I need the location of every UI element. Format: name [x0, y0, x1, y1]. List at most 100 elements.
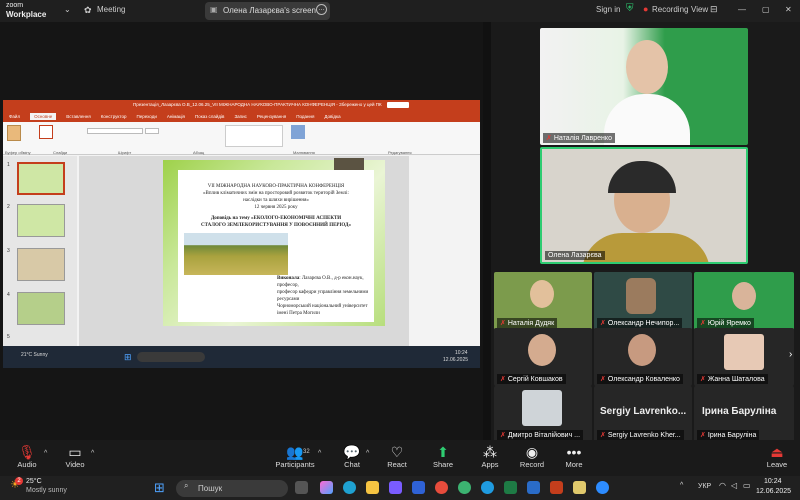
- record-label: Record: [519, 460, 545, 469]
- video-tile[interactable]: Sergiy Lavrenko... ✗ Sergiy Lavrenko Kher…: [594, 386, 692, 442]
- ppt-tab-home[interactable]: Основне: [30, 112, 57, 120]
- shared-time: 10:24: [455, 350, 468, 356]
- participant-head: [528, 334, 556, 366]
- volume-icon[interactable]: ◁: [731, 481, 737, 490]
- new-slide-icon[interactable]: [39, 125, 53, 139]
- participants-options-chevron-icon[interactable]: ^: [318, 450, 321, 457]
- screen-share-pill[interactable]: ▣ Олена Лазарєва's screen …: [205, 2, 330, 20]
- video-tile[interactable]: ✗ Дмитро Віталійович ...: [494, 386, 592, 442]
- minimize-icon[interactable]: —: [738, 5, 746, 14]
- more-options-icon[interactable]: …: [316, 4, 327, 15]
- ppt-tab[interactable]: Довідка: [324, 114, 340, 119]
- video-tile[interactable]: ✗ Олександр Нечипор...: [594, 272, 692, 330]
- file-explorer-icon[interactable]: [366, 481, 379, 494]
- ppt-tab[interactable]: Запис: [234, 114, 246, 119]
- participant-hair: [608, 161, 676, 193]
- arrange-icon[interactable]: [291, 125, 305, 139]
- tray-chevron-icon[interactable]: ^: [680, 482, 683, 489]
- slide-thumbnail[interactable]: [17, 248, 65, 281]
- app-icon[interactable]: [389, 481, 402, 494]
- sign-in-link[interactable]: Sign in: [596, 5, 620, 14]
- font-box[interactable]: [87, 128, 143, 134]
- slide-author-line: професор кафедри управління земельними: [277, 290, 369, 295]
- ppt-tab[interactable]: Вставлення: [66, 114, 91, 119]
- ppt-tab[interactable]: Переходи: [136, 114, 156, 119]
- leave-label: Leave: [766, 460, 788, 469]
- video-tile[interactable]: ✗ Наталія Дудяк: [494, 272, 592, 330]
- font-size-box[interactable]: [145, 128, 159, 134]
- taskbar-search-box[interactable]: Пошук: [176, 480, 288, 497]
- participants-button[interactable]: 👥 Participants: [270, 444, 320, 469]
- wifi-icon[interactable]: ◠: [719, 481, 726, 490]
- chevron-down-icon[interactable]: ⌄: [64, 5, 71, 14]
- battery-icon[interactable]: ▭: [743, 481, 751, 490]
- video-tile-natalia-lavrenko[interactable]: ✗ Наталія Лавренко: [540, 28, 748, 145]
- ppt-tab[interactable]: Показ слайдів: [195, 114, 224, 119]
- recording-label[interactable]: Recording: [652, 5, 688, 14]
- participant-name-text: Юрій Яремко: [707, 320, 751, 327]
- chat-button[interactable]: 💬 Chat: [327, 444, 377, 469]
- share-screen-icon: ⬆: [437, 444, 449, 460]
- participants-icon: 👥: [286, 444, 304, 460]
- video-tile[interactable]: ✗ Юрій Яремко: [694, 272, 794, 330]
- slide-author-line: Чорноморський національний університет: [277, 304, 368, 309]
- leave-button[interactable]: ⏏ Leave: [752, 444, 800, 469]
- edge-icon[interactable]: [343, 481, 356, 494]
- language-indicator[interactable]: УКР: [698, 483, 711, 490]
- slide-thumbnail[interactable]: [17, 162, 65, 195]
- ppt-tab[interactable]: Подання: [296, 114, 314, 119]
- shared-date: 12.06.2025: [443, 357, 469, 363]
- paste-icon[interactable]: [7, 125, 21, 141]
- app-icon[interactable]: [527, 481, 540, 494]
- panel-divider[interactable]: [483, 22, 491, 440]
- app-icon[interactable]: [573, 481, 586, 494]
- video-tile[interactable]: Ірина Баруліна ✗ Ірина Баруліна: [694, 386, 794, 442]
- video-tile[interactable]: ✗ Олександр Коваленко: [594, 328, 692, 386]
- ppt-tab[interactable]: Анімація: [167, 114, 185, 119]
- ribbon-group-label: Буфер обміну: [5, 150, 31, 155]
- react-button[interactable]: ♡ React: [372, 444, 422, 469]
- close-icon[interactable]: ✕: [785, 5, 792, 14]
- participant-big-name: Sergiy Lavrenko...: [600, 406, 687, 417]
- zoom-icon[interactable]: [596, 481, 609, 494]
- participant-name: ✗ Sergiy Lavrenko Kher...: [597, 430, 684, 440]
- copilot-icon[interactable]: [320, 481, 333, 494]
- video-options-chevron-icon[interactable]: ^: [91, 450, 94, 457]
- excel-icon[interactable]: [504, 481, 517, 494]
- chrome-icon[interactable]: [458, 481, 471, 494]
- ppt-tab[interactable]: Рецензування: [257, 114, 286, 119]
- shared-search-box[interactable]: [137, 352, 205, 362]
- video-tile[interactable]: ✗ Сергій Ковшаков: [494, 328, 592, 386]
- muted-mic-icon: ✗: [600, 432, 606, 439]
- task-view-icon[interactable]: [295, 481, 308, 494]
- ppt-tab[interactable]: Конструктор: [101, 114, 127, 119]
- view-button[interactable]: View: [691, 5, 708, 14]
- audio-options-chevron-icon[interactable]: ^: [44, 450, 47, 457]
- ppt-tab[interactable]: Файл: [9, 114, 20, 119]
- maximize-icon[interactable]: ▢: [762, 5, 770, 14]
- video-tile[interactable]: ✗ Жанна Шаталова: [694, 328, 794, 386]
- participant-name: ✗ Наталія Лавренко: [543, 133, 615, 143]
- slide-thumbnail[interactable]: [17, 292, 65, 325]
- ppt-share-button[interactable]: [387, 102, 409, 108]
- gallery-next-icon[interactable]: ›: [789, 349, 792, 360]
- taskbar-date[interactable]: 12.06.2025: [756, 488, 791, 495]
- shared-start-icon[interactable]: ⊞: [124, 352, 132, 363]
- view-options-icon[interactable]: ⊟: [710, 4, 718, 15]
- powerpoint-icon[interactable]: [550, 481, 563, 494]
- shapes-gallery[interactable]: [225, 125, 283, 147]
- slide-thumbnail[interactable]: [17, 204, 65, 237]
- app-icon[interactable]: [412, 481, 425, 494]
- more-button[interactable]: ••• More: [549, 444, 599, 469]
- chrome-icon[interactable]: [435, 481, 448, 494]
- skype-icon[interactable]: [481, 481, 494, 494]
- taskbar-time[interactable]: 10:24: [764, 478, 782, 485]
- chat-options-chevron-icon[interactable]: ^: [366, 450, 369, 457]
- windows-start-icon[interactable]: ⊞: [154, 480, 165, 496]
- share-button[interactable]: ⬆ Share: [418, 444, 468, 469]
- video-tile-olena-lazareva[interactable]: Олена Лазарєва: [540, 147, 748, 264]
- meeting-label[interactable]: Meeting: [97, 5, 125, 14]
- participant-name-text: Олександр Нечипор...: [607, 320, 680, 327]
- participants-label: Participants: [275, 460, 315, 469]
- security-shield-icon[interactable]: ⛨: [626, 3, 634, 14]
